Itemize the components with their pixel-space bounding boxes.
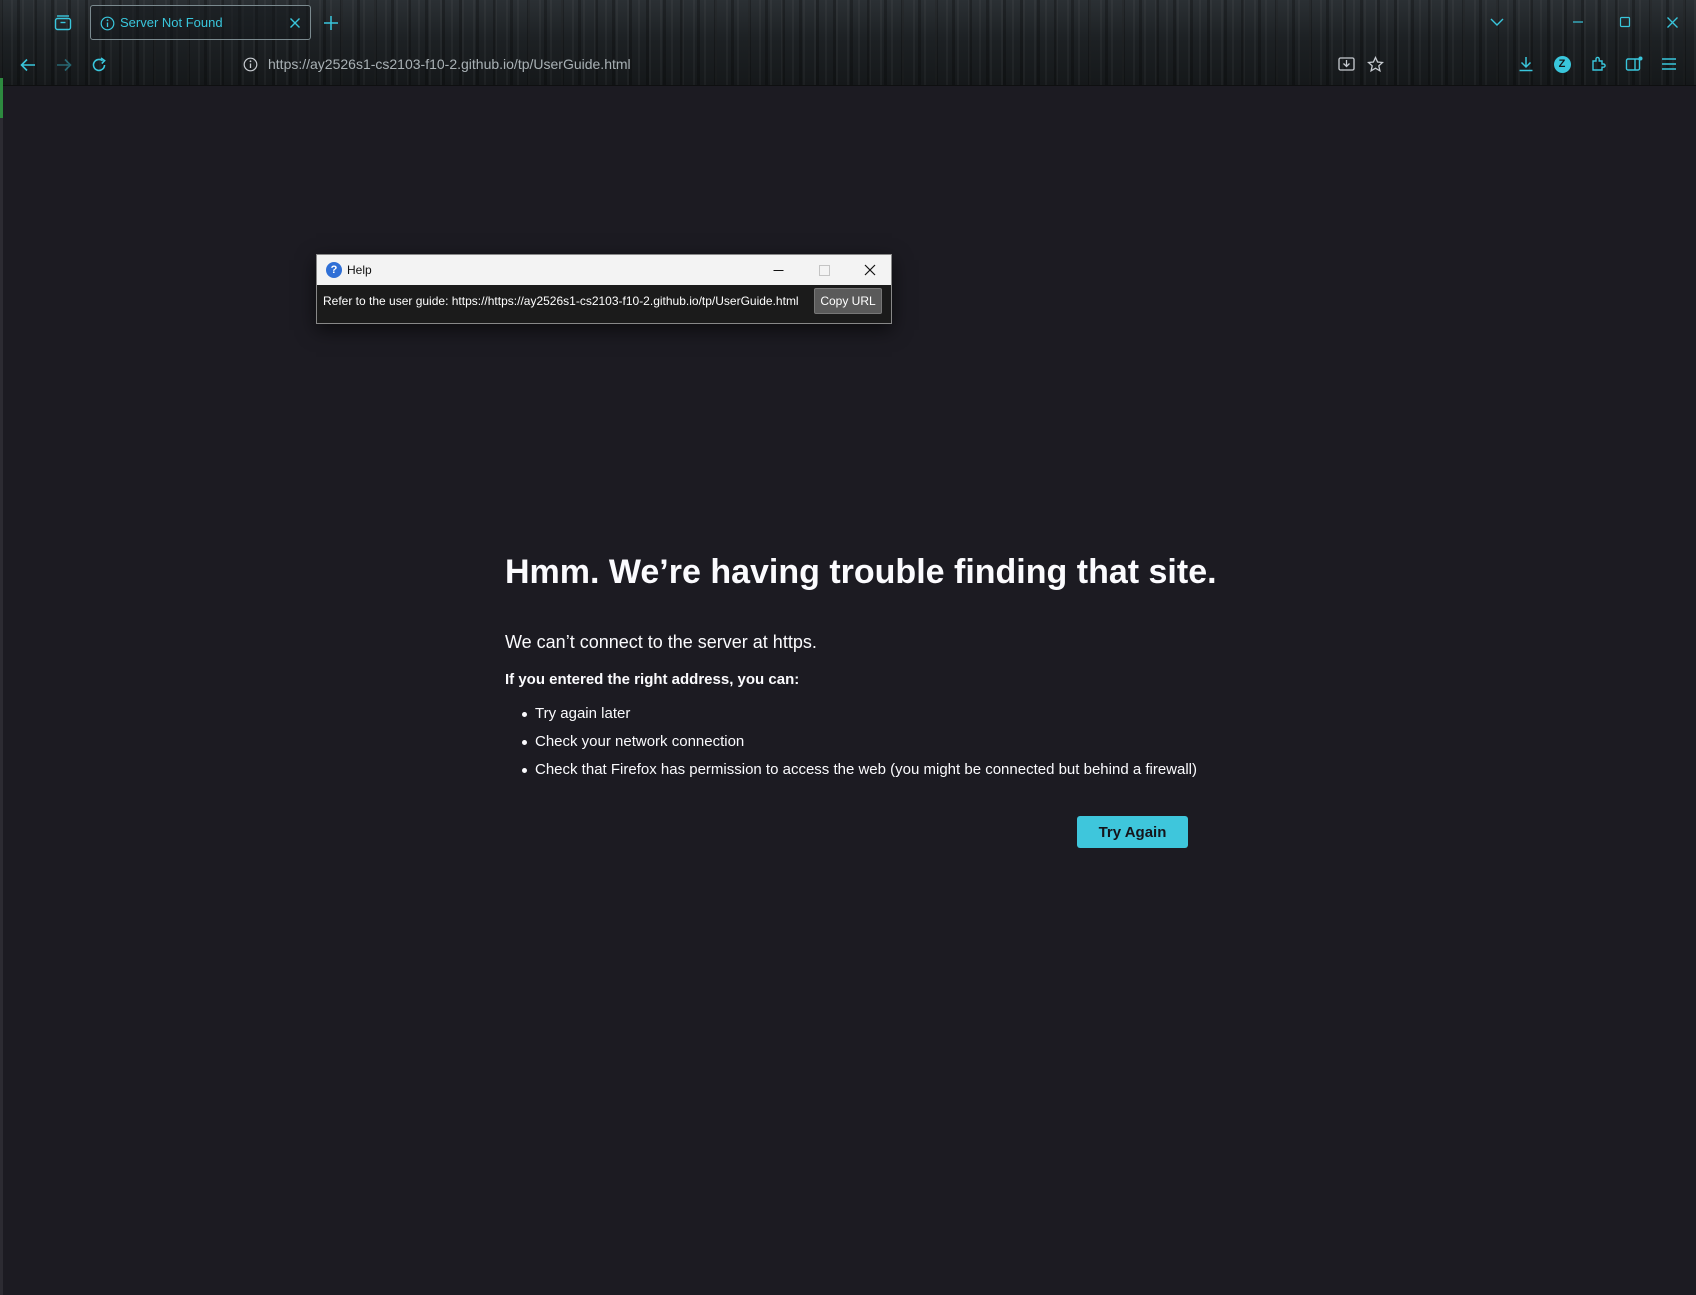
dialog-close-icon[interactable] xyxy=(847,255,893,285)
minimize-icon[interactable] xyxy=(1567,11,1589,33)
site-info-icon[interactable] xyxy=(239,53,261,75)
try-again-button[interactable]: Try Again xyxy=(1077,816,1188,848)
error-description: We can’t connect to the server at https. xyxy=(505,632,817,652)
info-icon xyxy=(99,15,115,31)
dialog-maximize-icon xyxy=(801,255,847,285)
back-icon[interactable] xyxy=(16,53,40,77)
error-title: Hmm. We’re having trouble finding that s… xyxy=(505,553,1217,591)
save-to-pocket-icon[interactable] xyxy=(1335,53,1357,75)
tab-server-not-found[interactable]: Server Not Found xyxy=(90,5,311,40)
dialog-title: Help xyxy=(347,263,372,277)
close-window-icon[interactable] xyxy=(1661,11,1683,33)
suggestion-item: Check that Firefox has permission to acc… xyxy=(505,761,1197,789)
suggestion-item: Check your network connection xyxy=(505,733,1197,761)
copy-url-button[interactable]: Copy URL xyxy=(814,288,882,314)
window-edge-highlight xyxy=(0,78,3,118)
help-dialog: ? Help Refer to the user guide: https://… xyxy=(316,254,892,324)
list-all-tabs-icon[interactable] xyxy=(1486,11,1508,33)
tab-manager-icon[interactable] xyxy=(52,12,74,34)
forward-icon[interactable] xyxy=(52,53,76,77)
tab-bar: Server Not Found xyxy=(0,0,1696,44)
extensions-icon[interactable] xyxy=(1587,53,1609,75)
maximize-icon[interactable] xyxy=(1614,11,1636,33)
downloads-icon[interactable] xyxy=(1515,53,1537,75)
account-icon[interactable]: Z xyxy=(1551,53,1573,75)
error-suggestions-heading: If you entered the right address, you ca… xyxy=(505,671,800,688)
url-field[interactable]: https://ay2526s1-cs2103-f10-2.github.io/… xyxy=(268,56,631,72)
new-tab-icon[interactable] xyxy=(320,12,342,34)
help-icon: ? xyxy=(326,262,342,278)
dialog-titlebar[interactable]: ? Help xyxy=(317,255,891,285)
navigation-bar: https://ay2526s1-cs2103-f10-2.github.io/… xyxy=(0,44,1696,86)
dialog-minimize-icon[interactable] xyxy=(755,255,801,285)
browser-chrome: Server Not Found https://ay2526s1-cs2103… xyxy=(0,0,1696,86)
close-tab-icon[interactable] xyxy=(287,15,303,31)
account-initial: Z xyxy=(1553,55,1571,73)
error-suggestions-list: Try again later Check your network conne… xyxy=(505,705,1197,789)
reload-icon[interactable] xyxy=(87,53,111,77)
menu-icon[interactable] xyxy=(1658,53,1680,75)
bookmark-star-icon[interactable] xyxy=(1364,53,1386,75)
window-edge xyxy=(0,87,3,1295)
dialog-message: Refer to the user guide: https://https:/… xyxy=(323,294,799,308)
suggestion-item: Try again later xyxy=(505,705,1197,733)
sidebar-icon[interactable] xyxy=(1623,53,1645,75)
tab-title: Server Not Found xyxy=(120,15,223,30)
